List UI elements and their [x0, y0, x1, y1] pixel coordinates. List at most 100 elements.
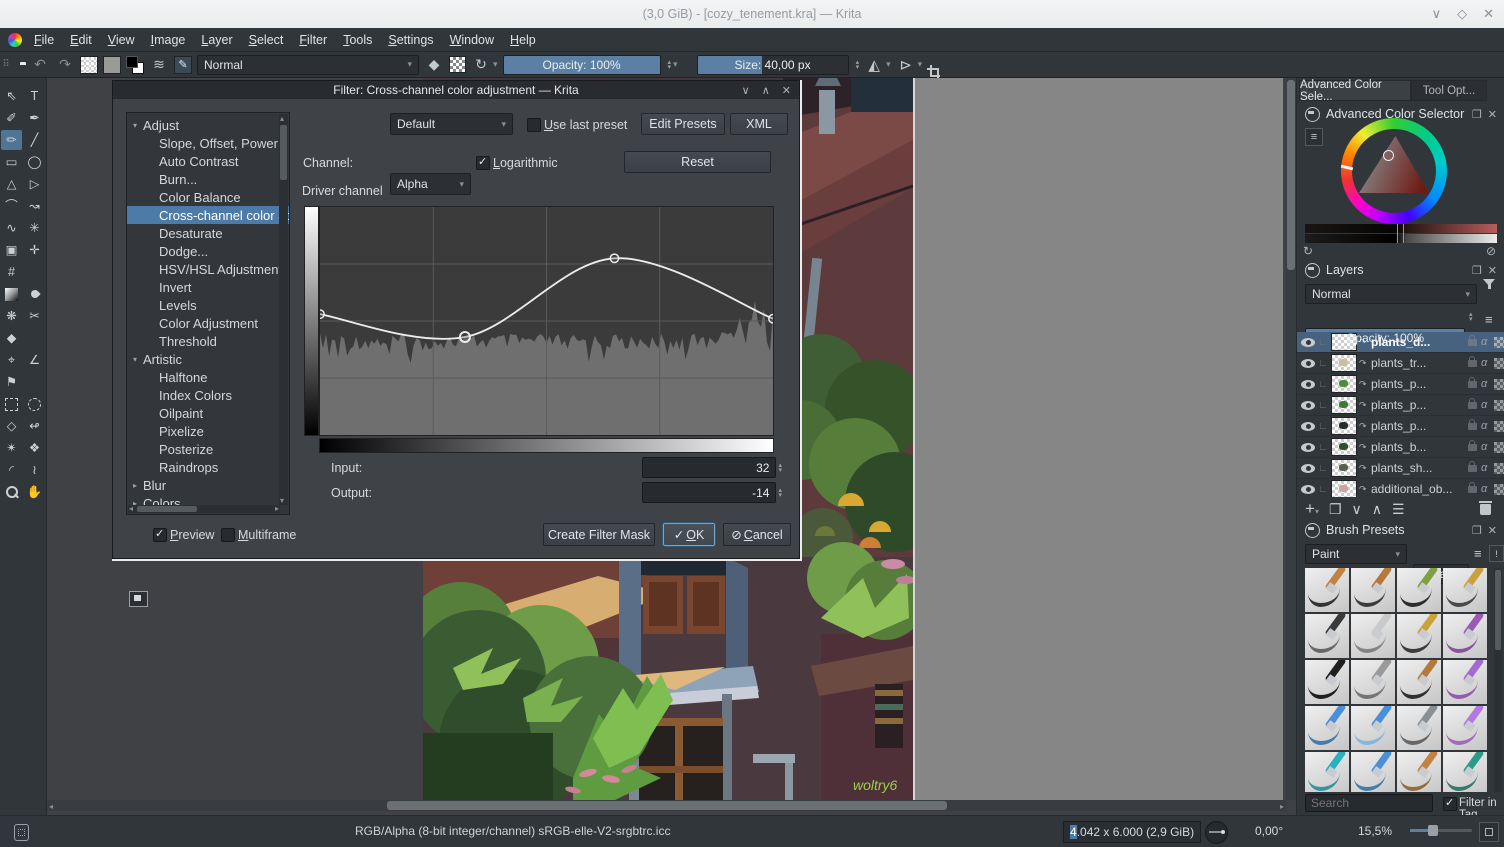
layer-name[interactable]: plants_b...: [1371, 440, 1464, 454]
dialog-close-icon[interactable]: ✕: [782, 84, 791, 97]
gradient-tool[interactable]: [1, 284, 22, 304]
tab-tool-options[interactable]: Tool Opt...: [1411, 80, 1487, 101]
filter-item-adjust[interactable]: ▾ Adjust: [127, 116, 289, 134]
layer-name[interactable]: plants_p...: [1371, 398, 1464, 412]
layer-lock-icon[interactable]: [1468, 418, 1477, 430]
layer-visible-icon[interactable]: [1301, 484, 1315, 494]
menu-window[interactable]: Window: [442, 30, 502, 50]
duplicate-layer-icon[interactable]: ❐: [1329, 501, 1342, 518]
search-input[interactable]: [1305, 794, 1433, 812]
layer-thumbnail[interactable]: [1331, 417, 1357, 435]
layer-visible-icon[interactable]: [1301, 463, 1315, 473]
menu-view[interactable]: View: [100, 30, 143, 50]
refresh-color-icon[interactable]: ↻: [1303, 244, 1313, 258]
brush-editor-icon[interactable]: ✎: [174, 55, 192, 74]
layer-thumbnail[interactable]: [1331, 354, 1357, 372]
xml-button[interactable]: XML: [730, 113, 788, 135]
layer-name[interactable]: plants_p...: [1371, 377, 1464, 391]
filter-item-oilpaint[interactable]: Oilpaint: [127, 404, 289, 422]
docker-menu-icon[interactable]: [1305, 522, 1320, 538]
logarithmic-checkbox[interactable]: [476, 155, 490, 170]
inherit-alpha-icon[interactable]: ∟: [1317, 379, 1329, 390]
add-layer-icon[interactable]: +▾: [1305, 499, 1319, 519]
filter-item-color-balance[interactable]: Color Balance: [127, 188, 289, 206]
filter-item-color-adjustment[interactable]: Color Adjustment: [127, 314, 289, 332]
polygonal-select-tool[interactable]: ◇: [1, 416, 22, 436]
line-tool[interactable]: ╱: [24, 130, 45, 150]
color-history-bar-top[interactable]: [1305, 224, 1497, 233]
brush-preset-tile[interactable]: [1397, 752, 1441, 792]
redo-icon[interactable]: ↷: [55, 56, 75, 73]
tree-caret-icon[interactable]: ▸: [133, 481, 143, 490]
filter-item-posterize[interactable]: Posterize: [127, 440, 289, 458]
zoom-slider-thumb[interactable]: [1428, 825, 1438, 836]
alpha-inherit-icon[interactable]: [1494, 420, 1504, 432]
bezier-select-tool[interactable]: ◜: [1, 460, 22, 480]
magic-wand-select-tool[interactable]: ✴: [1, 438, 22, 458]
alpha-lock-icon[interactable]: α: [1481, 378, 1492, 390]
alpha-lock-icon[interactable]: α: [1481, 483, 1492, 495]
layer-visible-icon[interactable]: [1301, 442, 1315, 452]
bezier-curve-tool[interactable]: ⌒: [1, 196, 22, 216]
layer-lock-icon[interactable]: [1468, 460, 1477, 472]
measure-tool[interactable]: ∠: [24, 350, 45, 370]
alpha-lock-icon[interactable]: α: [1481, 441, 1492, 453]
alpha-inherit-icon[interactable]: [1494, 378, 1504, 390]
dialog-minimize-icon[interactable]: ∨: [742, 84, 750, 97]
mirror-vertical-icon[interactable]: ⊳: [896, 56, 916, 74]
preserve-alpha-icon[interactable]: [449, 56, 466, 73]
filter-item-artistic[interactable]: ▾ Artistic: [127, 350, 289, 368]
brush-preset-tile[interactable]: [1351, 568, 1395, 612]
menu-filter[interactable]: Filter: [291, 30, 335, 50]
move-tool[interactable]: ✛: [24, 240, 45, 260]
brush-preset-tile[interactable]: [1397, 706, 1441, 750]
canvas-vertical-scrollbar[interactable]: [1286, 78, 1296, 800]
close-docker-icon[interactable]: ✕: [1488, 108, 1497, 121]
layer-options-icon[interactable]: ≡: [1485, 312, 1493, 327]
layer-opacity-spin[interactable]: ▴ ▾: [1469, 311, 1473, 323]
alpha-inherit-icon[interactable]: [1494, 462, 1504, 474]
brush-preset-chooser-icon[interactable]: ≋: [149, 56, 169, 73]
brush-preset-tile[interactable]: [1351, 752, 1395, 792]
layer-visible-icon[interactable]: [1301, 379, 1315, 389]
layer-thumbnail[interactable]: [1331, 459, 1357, 477]
scroll-up-icon[interactable]: ▴: [280, 114, 284, 123]
gradient-chooser-icon[interactable]: [80, 55, 98, 74]
multiframe-checkbox[interactable]: [221, 528, 235, 542]
mirror-vertical-caret-icon[interactable]: ▾: [918, 59, 923, 70]
close-docker-icon[interactable]: ✕: [1488, 524, 1497, 537]
crop-tool[interactable]: #: [1, 262, 22, 282]
freehand-path-tool[interactable]: ↝: [24, 196, 45, 216]
layer-thumbnail[interactable]: [1331, 438, 1357, 456]
filter-item-cross-channel-color-adjustment[interactable]: Cross-channel color adjustment: [127, 206, 289, 224]
alpha-inherit-icon[interactable]: [1494, 483, 1504, 495]
pattern-edit-tool[interactable]: ❋: [1, 306, 22, 326]
output-spinbox[interactable]: -14 ▴ ▾: [642, 482, 782, 503]
brush-preset-tile[interactable]: [1351, 706, 1395, 750]
preset-combo[interactable]: Default ▾: [390, 113, 513, 135]
filter-item-desaturate[interactable]: Desaturate: [127, 224, 289, 242]
opacity-slider[interactable]: Opacity: 100%: [502, 54, 661, 75]
brush-preset-tile[interactable]: [1305, 706, 1349, 750]
polyline-tool[interactable]: ▷: [24, 174, 45, 194]
layer-visible-icon[interactable]: [1301, 400, 1315, 410]
reset-button[interactable]: Reset: [624, 151, 771, 173]
input-spinbox[interactable]: 32 ▴ ▾: [642, 457, 782, 478]
preview-mode-icon[interactable]: [129, 591, 148, 607]
dialog-titlebar[interactable]: Filter: Cross-channel color adjustment —…: [113, 81, 799, 99]
dynamic-brush-tool[interactable]: ∿: [1, 218, 22, 238]
rect-select-tool[interactable]: [1, 394, 22, 414]
layer-row[interactable]: ∟ ↷ plants_p... α: [1297, 395, 1504, 416]
tree-caret-icon[interactable]: ▾: [133, 355, 143, 364]
float-docker-icon[interactable]: ❐: [1472, 108, 1482, 121]
filter-item-pixelize[interactable]: Pixelize: [127, 422, 289, 440]
alpha-inherit-icon[interactable]: [1494, 441, 1504, 453]
alpha-lock-icon[interactable]: α: [1481, 357, 1492, 369]
alpha-lock-icon[interactable]: α: [1481, 399, 1492, 411]
docker-menu-icon[interactable]: [1305, 262, 1320, 278]
filter-item-levels[interactable]: Levels: [127, 296, 289, 314]
cancel-button[interactable]: ⊘ Cancel: [723, 523, 791, 546]
filter-item-blur[interactable]: ▸ Blur: [127, 476, 289, 494]
canvas-hscroll-thumb[interactable]: [387, 801, 947, 810]
brush-preset-tile[interactable]: [1443, 752, 1487, 792]
